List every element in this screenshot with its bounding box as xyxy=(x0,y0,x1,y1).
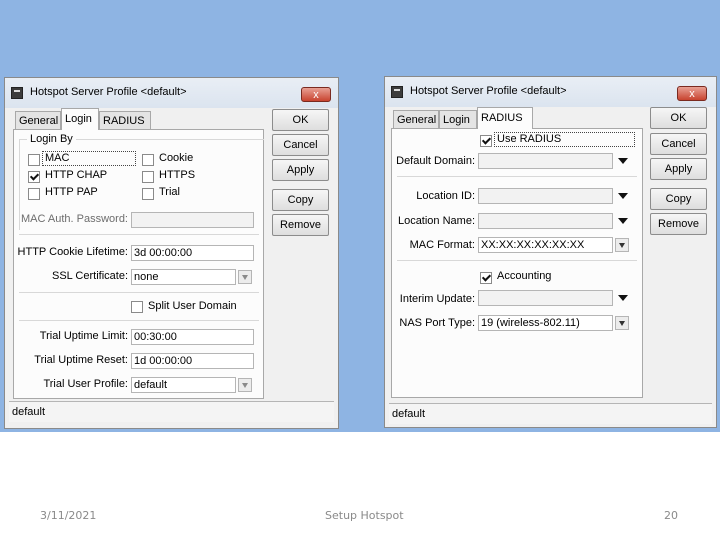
cancel-button[interactable]: Cancel xyxy=(272,134,329,156)
divider xyxy=(397,176,637,177)
accounting-label: Accounting xyxy=(497,270,552,282)
trial-user-profile-select[interactable]: default xyxy=(131,377,236,393)
interim-update-dropdown-icon[interactable] xyxy=(618,295,628,301)
use-radius-focus-rect xyxy=(494,132,635,147)
http-chap-checkbox[interactable] xyxy=(28,171,40,183)
accounting-checkbox[interactable] xyxy=(480,272,492,284)
title-bar: Hotspot Server Profile <default> x xyxy=(5,78,338,108)
trial-user-profile-label: Trial User Profile: xyxy=(43,378,128,390)
location-id-label: Location ID: xyxy=(416,190,475,202)
app-icon xyxy=(11,87,23,99)
trial-uptime-reset-field[interactable]: 1d 00:00:00 xyxy=(131,353,254,369)
interim-update-field[interactable] xyxy=(478,290,613,306)
status-bar: default xyxy=(9,401,334,422)
trial-label: Trial xyxy=(159,186,180,198)
http-cookie-lifetime-label: HTTP Cookie Lifetime: xyxy=(17,246,128,258)
tab-radius[interactable]: RADIUS xyxy=(477,107,533,129)
http-cookie-lifetime-field[interactable]: 3d 00:00:00 xyxy=(131,245,254,261)
hotspot-profile-window-login: Hotspot Server Profile <default> x Gener… xyxy=(4,77,339,429)
mac-auth-password-field[interactable] xyxy=(131,212,254,228)
location-name-label: Location Name: xyxy=(397,215,475,227)
app-icon xyxy=(391,86,403,98)
slide-footer-title: Setup Hotspot xyxy=(325,509,404,522)
divider xyxy=(19,234,259,235)
mac-format-dropdown-icon[interactable] xyxy=(615,238,629,252)
tab-general[interactable]: General xyxy=(393,110,439,128)
ok-button[interactable]: OK xyxy=(272,109,329,131)
https-checkbox[interactable] xyxy=(142,171,154,183)
cookie-checkbox[interactable] xyxy=(142,154,154,166)
tab-general[interactable]: General xyxy=(15,111,61,129)
http-pap-label: HTTP PAP xyxy=(45,186,98,198)
divider xyxy=(397,260,637,261)
nas-port-type-dropdown-icon[interactable] xyxy=(615,316,629,330)
status-bar: default xyxy=(389,403,712,424)
tab-login[interactable]: Login xyxy=(439,110,477,128)
trial-uptime-reset-label: Trial Uptime Reset: xyxy=(34,354,128,366)
ssl-certificate-select[interactable]: none xyxy=(131,269,236,285)
window-title: Hotspot Server Profile <default> xyxy=(410,85,567,97)
close-button[interactable]: x xyxy=(301,87,331,102)
mac-format-label: MAC Format: xyxy=(409,239,475,251)
slide-date: 3/11/2021 xyxy=(40,509,97,522)
trial-uptime-limit-field[interactable]: 00:30:00 xyxy=(131,329,254,345)
http-chap-label: HTTP CHAP xyxy=(45,169,108,181)
copy-button[interactable]: Copy xyxy=(650,188,707,210)
copy-button[interactable]: Copy xyxy=(272,189,329,211)
divider xyxy=(19,292,259,293)
mac-auth-password-label: MAC Auth. Password: xyxy=(21,213,128,225)
mac-focus-rect xyxy=(42,151,136,166)
default-domain-dropdown-icon[interactable] xyxy=(618,158,628,164)
remove-button[interactable]: Remove xyxy=(272,214,329,236)
trial-uptime-limit-label: Trial Uptime Limit: xyxy=(39,330,128,342)
login-by-legend: Login By xyxy=(27,133,76,145)
use-radius-checkbox[interactable] xyxy=(480,135,492,147)
mac-format-select[interactable]: XX:XX:XX:XX:XX:XX xyxy=(478,237,613,253)
apply-button[interactable]: Apply xyxy=(272,159,329,181)
trial-checkbox[interactable] xyxy=(142,188,154,200)
ssl-certificate-label: SSL Certificate: xyxy=(51,270,128,282)
cancel-button[interactable]: Cancel xyxy=(650,133,707,155)
login-tab-panel: Login By MAC Cookie HTTP CHAP HTTPS HTTP… xyxy=(13,129,264,399)
default-domain-label: Default Domain: xyxy=(396,155,475,167)
hotspot-profile-window-radius: Hotspot Server Profile <default> x Gener… xyxy=(384,76,717,428)
location-id-dropdown-icon[interactable] xyxy=(618,193,628,199)
split-user-domain-label: Split User Domain xyxy=(148,300,237,312)
remove-button[interactable]: Remove xyxy=(650,213,707,235)
window-title: Hotspot Server Profile <default> xyxy=(30,86,187,98)
tab-login[interactable]: Login xyxy=(61,108,99,130)
cookie-label: Cookie xyxy=(159,152,194,164)
trial-user-profile-dropdown-icon[interactable] xyxy=(238,378,252,392)
tab-radius[interactable]: RADIUS xyxy=(99,111,151,129)
divider xyxy=(19,320,259,321)
apply-button[interactable]: Apply xyxy=(650,158,707,180)
http-pap-checkbox[interactable] xyxy=(28,188,40,200)
title-bar: Hotspot Server Profile <default> x xyxy=(385,77,716,107)
location-name-field[interactable] xyxy=(478,213,613,229)
mac-checkbox[interactable] xyxy=(28,154,40,166)
default-domain-field[interactable] xyxy=(478,153,613,169)
location-name-dropdown-icon[interactable] xyxy=(618,218,628,224)
interim-update-label: Interim Update: xyxy=(399,293,475,305)
close-button[interactable]: x xyxy=(677,86,707,101)
slide-page-number: 20 xyxy=(664,509,678,522)
https-label: HTTPS xyxy=(159,169,196,181)
ok-button[interactable]: OK xyxy=(650,107,707,129)
ssl-certificate-dropdown-icon[interactable] xyxy=(238,270,252,284)
nas-port-type-label: NAS Port Type: xyxy=(399,317,475,329)
radius-tab-panel: Use RADIUS Default Domain: Location ID: … xyxy=(391,128,643,398)
location-id-field[interactable] xyxy=(478,188,613,204)
split-user-domain-checkbox[interactable] xyxy=(131,301,143,313)
nas-port-type-select[interactable]: 19 (wireless-802.11) xyxy=(478,315,613,331)
